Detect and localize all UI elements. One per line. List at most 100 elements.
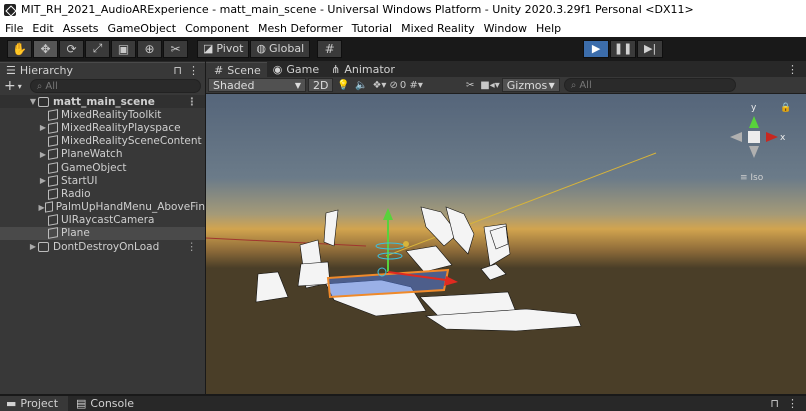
gizmo-x-label: x [780, 133, 786, 143]
expand-arrow-icon[interactable]: ▶ [38, 150, 48, 159]
tab-game[interactable]: ◉ Game [266, 62, 326, 77]
tree-row[interactable]: ▶ PalmUpHandMenu_AboveFin [0, 201, 205, 214]
expand-arrow-icon[interactable]: ▶ [38, 123, 48, 132]
tab-animator[interactable]: ⋔ Animator [325, 62, 401, 77]
plane-outline [326, 268, 450, 299]
lock-icon[interactable]: 🔒 [780, 102, 791, 113]
gizmo-projection-label[interactable]: ≡ Iso [740, 173, 764, 183]
scene-search-input[interactable]: ⌕ All [563, 78, 736, 92]
custom-tool-button[interactable]: ✂ [163, 39, 188, 58]
rect-tool-button[interactable]: ▣ [111, 39, 136, 58]
x-arrow-icon[interactable] [444, 276, 458, 286]
y-arrow-icon[interactable] [383, 208, 393, 220]
tools-button[interactable]: ✂ [462, 78, 478, 92]
transform-tool-button[interactable]: ⊕ [137, 39, 162, 58]
global-toggle[interactable]: ◍ Global [250, 39, 311, 58]
grid-icon: # [214, 63, 224, 77]
step-icon: ▶| [644, 42, 657, 55]
gizmo-x-cone[interactable] [766, 132, 778, 142]
play-icon: ▶ [591, 42, 601, 55]
shading-mode-dropdown[interactable]: Shaded ▼ [208, 78, 306, 92]
expand-arrow-icon[interactable]: ▶ [38, 203, 45, 212]
tree-row[interactable]: MixedRealitySceneContent [0, 135, 205, 148]
menu-edit[interactable]: Edit [27, 22, 57, 35]
gizmo-center-cube[interactable] [748, 131, 760, 143]
tab-project[interactable]: ▬ Project [0, 396, 68, 411]
tree-row-selected[interactable]: Plane [0, 226, 205, 241]
more-icon[interactable]: ⋮ [787, 397, 798, 410]
menu-gameobject[interactable]: GameObject [103, 22, 181, 35]
add-dropdown-icon[interactable]: ▾ [18, 82, 22, 91]
lock-icon[interactable]: ⊓ [770, 397, 779, 410]
expand-arrow-icon[interactable]: ▶ [38, 176, 48, 185]
orientation-gizmo[interactable]: y x ≡ Iso 🔒 [730, 102, 791, 183]
hierarchy-tree: ▼ matt_main_scene ⋮ MixedRealityToolkit … [0, 95, 205, 253]
tab-console[interactable]: ▤ Console [68, 396, 141, 411]
expand-arrow-icon[interactable]: ▶ [28, 242, 38, 251]
grid-dropdown[interactable]: #▾ [408, 78, 424, 92]
menu-assets[interactable]: Assets [58, 22, 103, 35]
folder-icon: ▬ [6, 397, 17, 410]
gameobject-icon [48, 174, 58, 187]
grid-icon: #▾ [409, 79, 423, 91]
tree-row[interactable]: ▶ MixedRealityPlayspace [0, 121, 205, 134]
audio-toggle[interactable]: 🔈 [353, 78, 369, 92]
tree-row[interactable]: MixedRealityToolkit [0, 108, 205, 121]
more-icon[interactable]: ⋮ [787, 63, 798, 76]
hierarchy-search-input[interactable]: ⌕ All [29, 79, 201, 93]
menu-help[interactable]: Help [531, 22, 565, 35]
lighting-toggle[interactable]: 💡 [335, 78, 351, 92]
expand-arrow-icon[interactable]: ▼ [28, 97, 38, 106]
animator-icon: ⋔ [331, 63, 341, 76]
rotate-tool-button[interactable]: ⟳ [59, 39, 84, 58]
tree-row-dontdestroy[interactable]: ▶ DontDestroyOnLoad ⋮ [0, 240, 205, 253]
menu-mixed-reality[interactable]: Mixed Reality [396, 22, 479, 35]
add-button[interactable]: + [4, 78, 16, 94]
step-button[interactable]: ▶| [637, 39, 664, 58]
menu-component[interactable]: Component [180, 22, 253, 35]
menu-window[interactable]: Window [479, 22, 531, 35]
camera-dropdown[interactable]: ■◂▾ [480, 78, 500, 92]
scale-tool-button[interactable]: ⤢ [85, 39, 110, 58]
pause-icon: ❚❚ [613, 42, 633, 55]
gizmo-y-label: y [751, 103, 757, 113]
speaker-icon: 🔈 [355, 79, 368, 91]
scene-viewport[interactable]: y x ≡ Iso 🔒 [206, 94, 806, 394]
menu-mesh-deformer[interactable]: Mesh Deformer [253, 22, 347, 35]
gameobject-icon [48, 214, 58, 227]
tab-scene[interactable]: # Scene [206, 62, 267, 77]
grid-snap-button[interactable]: # [317, 39, 343, 58]
2d-toggle[interactable]: 2D [308, 78, 334, 92]
gameobject-icon [48, 188, 58, 200]
scene-icon [38, 241, 49, 252]
tree-row[interactable]: ▶ StartUI [0, 174, 205, 187]
gizmos-dropdown[interactable]: Gizmos ▼ [501, 78, 560, 92]
hand-tool-button[interactable]: ✋ [7, 39, 32, 58]
hidden-objects-toggle[interactable]: ⊘ 0 [389, 78, 406, 92]
console-icon: ▤ [76, 397, 87, 410]
tree-row[interactable]: ▶ PlaneWatch [0, 148, 205, 161]
more-icon[interactable]: ⋮ [187, 96, 198, 108]
tree-row[interactable]: GameObject [0, 161, 205, 174]
move-tool-button[interactable]: ✥ [33, 39, 58, 58]
menu-tutorial[interactable]: Tutorial [347, 22, 396, 35]
tree-row[interactable]: Radio [0, 187, 205, 200]
main-toolbar: ✋ ✥ ⟳ ⤢ ▣ ⊕ ✂ ◪ Pivot ◍ Global # ▶ ❚❚ ▶| [0, 37, 806, 60]
menu-file[interactable]: File [0, 22, 27, 35]
gizmo-y-cone[interactable] [749, 116, 759, 128]
tree-row[interactable]: UIRaycastCamera [0, 214, 205, 227]
camera-icon: ■◂▾ [480, 79, 500, 91]
list-icon: ☰ [6, 63, 16, 77]
more-icon[interactable]: ⋮ [187, 241, 198, 253]
z-axis-line [385, 152, 657, 257]
rotate-icon: ⟳ [66, 41, 77, 56]
pivot-toggle[interactable]: ◪ Pivot [197, 39, 250, 58]
lock-icon[interactable]: ⊓ [173, 64, 182, 77]
pause-button[interactable]: ❚❚ [610, 39, 637, 58]
effects-dropdown[interactable]: ❖▾ [371, 78, 387, 92]
tab-hierarchy[interactable]: ☰ Hierarchy ⊓ ⋮ [0, 62, 205, 77]
play-button[interactable]: ▶ [583, 39, 610, 58]
more-icon[interactable]: ⋮ [188, 64, 199, 77]
pivot-icon: ◪ [203, 42, 214, 55]
tree-row-scene[interactable]: ▼ matt_main_scene ⋮ [0, 95, 205, 109]
